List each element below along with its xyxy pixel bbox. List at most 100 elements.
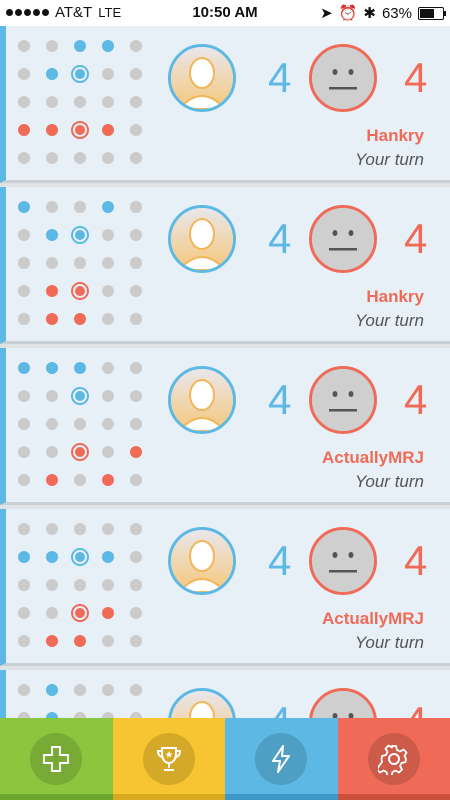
board-dot-empty [46, 579, 58, 591]
game-board [18, 523, 148, 653]
board-dot-empty [102, 313, 114, 325]
board-dot-red [18, 124, 30, 136]
board-dot-red [46, 124, 58, 136]
board-dot-red [130, 446, 142, 458]
game-card[interactable]: 4 4 Hankry Your turn [0, 26, 450, 183]
board-dot-red [102, 124, 114, 136]
board-dot-empty [46, 96, 58, 108]
opponent-score: 4 [404, 537, 428, 584]
game-board [18, 40, 148, 170]
alarm-icon: ⏰ [338, 5, 358, 22]
tab-new-game[interactable] [0, 718, 113, 800]
opponent-name: Hankry [366, 126, 424, 145]
status-right: ➤ ⏰ ✱ 63% [320, 4, 446, 22]
board-dot-empty [102, 390, 114, 402]
board-dot-red [74, 313, 86, 325]
game-card[interactable]: 4 4 ActuallyMRJ Your turn [0, 348, 450, 505]
board-dot-empty [130, 152, 142, 164]
opponent-name: ActuallyMRJ [321, 448, 424, 467]
tab-bar [0, 718, 450, 800]
board-dot-empty [74, 474, 86, 486]
board-dot-empty [46, 523, 58, 535]
my-score: 4 [268, 215, 292, 262]
board-dot-empty [130, 635, 142, 647]
game-board [18, 362, 148, 492]
board-dot-empty [18, 285, 30, 297]
tab-edge [225, 794, 338, 800]
board-dot-red [46, 474, 58, 486]
board-dot-empty [102, 96, 114, 108]
opponent-avatar-face-icon [309, 205, 377, 273]
battery-percent: 63% [381, 4, 412, 22]
game-list[interactable]: 4 4 Hankry Your turn 4 4 Hankry Your turn 4 4 Actu… [0, 26, 450, 718]
board-dot-red-last-move [71, 121, 89, 139]
board-dot-empty [130, 68, 142, 80]
game-card[interactable]: 44 [0, 670, 450, 718]
board-dot-empty [102, 684, 114, 696]
board-dot-empty [130, 607, 142, 619]
status-bar: AT&T LTE 10:50 AM ➤ ⏰ ✱ 63% [0, 0, 450, 26]
board-dot-empty [102, 523, 114, 535]
turn-status: Your turn [355, 150, 424, 169]
game-board [18, 684, 148, 718]
board-dot-empty [46, 418, 58, 430]
tab-settings[interactable] [337, 718, 450, 800]
board-dot-blue-last-move [71, 548, 89, 566]
board-dot-red [46, 635, 58, 647]
board-dot-red-last-move [71, 604, 89, 622]
board-dot-empty [130, 523, 142, 535]
board-dot-blue-last-move [71, 387, 89, 405]
opponent-score: 4 [404, 215, 428, 262]
board-dot-blue-last-move [71, 65, 89, 83]
board-dot-empty [74, 418, 86, 430]
bluetooth-icon: ✱ [363, 5, 376, 22]
board-dot-empty [46, 40, 58, 52]
board-dot-blue [18, 362, 30, 374]
player-avatar [168, 366, 236, 434]
game-card[interactable]: 4 4 ActuallyMRJ Your turn [0, 509, 450, 666]
opponent-name: ActuallyMRJ [321, 609, 424, 628]
board-dot-empty [130, 362, 142, 374]
board-dot-empty [102, 229, 114, 241]
opponent-avatar-face-icon [309, 366, 377, 434]
board-dot-empty [46, 152, 58, 164]
board-dot-empty [18, 96, 30, 108]
board-dot-blue [46, 684, 58, 696]
board-dot-empty [102, 152, 114, 164]
tab-trophy[interactable] [112, 718, 225, 800]
player-avatar [168, 205, 236, 273]
opponent-score: 4 [404, 376, 428, 423]
board-dot-blue [46, 229, 58, 241]
opponent-score: 4 [404, 698, 427, 718]
board-dot-empty [74, 523, 86, 535]
board-dot-empty [18, 607, 30, 619]
board-dot-red-last-move [71, 282, 89, 300]
tab-lightning[interactable] [225, 718, 338, 800]
opponent-avatar-face-icon [309, 527, 377, 595]
board-dot-empty [102, 257, 114, 269]
board-dot-empty [130, 684, 142, 696]
board-dot-empty [130, 229, 142, 241]
board-dot-empty [102, 68, 114, 80]
board-dot-empty [102, 362, 114, 374]
board-dot-blue [74, 40, 86, 52]
game-card[interactable]: 4 4 Hankry Your turn [0, 187, 450, 344]
board-dot-empty [74, 257, 86, 269]
turn-status: Your turn [355, 633, 424, 652]
board-dot-empty [130, 551, 142, 563]
board-dot-empty [18, 229, 30, 241]
board-dot-empty [46, 607, 58, 619]
board-dot-empty [102, 579, 114, 591]
board-dot-empty [74, 684, 86, 696]
board-dot-red [46, 285, 58, 297]
tab-edge [0, 794, 113, 800]
opponent-score: 4 [404, 54, 428, 101]
turn-status: Your turn [355, 311, 424, 330]
board-dot-blue [46, 551, 58, 563]
board-dot-empty [130, 40, 142, 52]
board-dot-empty [74, 201, 86, 213]
board-dot-empty [18, 474, 30, 486]
board-dot-empty [130, 418, 142, 430]
board-dot-blue [102, 551, 114, 563]
board-dot-empty [18, 257, 30, 269]
